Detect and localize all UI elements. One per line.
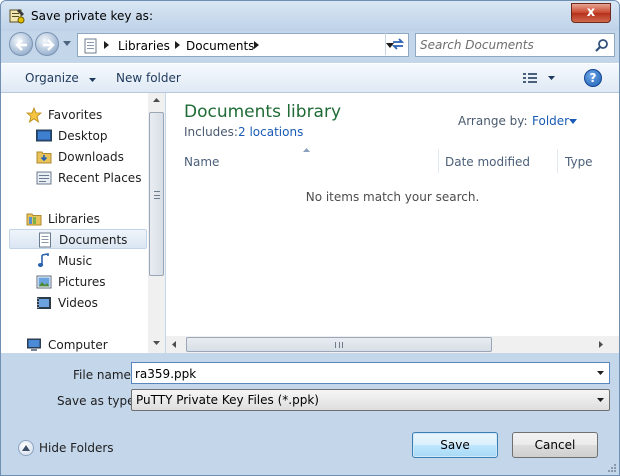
nav-item-favorites[interactable]: Favorites	[1, 105, 147, 125]
libraries-icon	[26, 213, 42, 226]
file-name-combobox	[131, 362, 610, 384]
hide-folders-label: Hide Folders	[39, 441, 114, 455]
address-bar[interactable]: Libraries Documents	[77, 33, 409, 57]
breadcrumb-chevron-icon[interactable]	[104, 41, 109, 49]
back-arrow-icon	[15, 39, 27, 51]
save-as-type-dropdown-icon	[597, 398, 604, 402]
library-folder-icon	[84, 38, 97, 54]
search-box	[415, 33, 615, 57]
empty-folder-message: No items match your search.	[305, 190, 480, 204]
desktop-icon	[36, 129, 52, 142]
file-list-scroll-thumb[interactable]	[186, 337, 492, 352]
nav-item-desktop[interactable]: Desktop	[1, 126, 147, 146]
save-as-type-value: PuTTY Private Key Files (*.ppk)	[136, 393, 319, 407]
save-dialog: Save private key as: x Libraries Documen…	[0, 0, 620, 476]
nav-item-label: Desktop	[58, 129, 108, 143]
nav-item-pictures[interactable]: Pictures	[1, 272, 147, 292]
nav-item-documents[interactable]: Documents	[9, 229, 147, 249]
column-header-type[interactable]: Type	[565, 155, 593, 169]
library-title: Documents library	[184, 102, 342, 122]
putty-keygen-icon	[9, 9, 25, 24]
nav-item-computer[interactable]: Computer	[1, 335, 147, 355]
resize-grip-icon[interactable]	[607, 463, 617, 473]
file-name-label: File name:	[73, 368, 135, 382]
nav-item-label: Downloads	[58, 150, 124, 164]
collapse-icon	[18, 440, 34, 456]
nav-item-label: Libraries	[48, 212, 100, 226]
sort-ascending-icon	[303, 148, 310, 152]
nav-item-label: Documents	[59, 233, 128, 247]
save-as-type-select[interactable]: PuTTY Private Key Files (*.ppk)	[131, 389, 610, 411]
window-title: Save private key as:	[31, 9, 153, 23]
breadcrumb-chevron-icon[interactable]	[175, 41, 180, 49]
nav-item-label: Videos	[58, 296, 98, 310]
arrange-by-label: Arrange by:	[458, 114, 528, 128]
nav-item-label: Recent Places	[58, 171, 142, 185]
help-icon: ?	[589, 71, 597, 85]
arrange-by-chevron-down-icon[interactable]	[569, 119, 577, 124]
cancel-button[interactable]: Cancel	[512, 432, 598, 458]
nav-item-downloads[interactable]: Downloads	[1, 147, 147, 167]
column-header-date-modified[interactable]: Date modified	[445, 155, 530, 169]
close-icon: x	[586, 5, 596, 20]
save-as-type-label: Save as type:	[57, 394, 139, 408]
locations-link[interactable]: 2 locations	[238, 125, 303, 139]
nav-scroll-thumb[interactable]	[149, 112, 164, 276]
help-button[interactable]: ?	[584, 69, 602, 87]
nav-item-label: Computer	[48, 338, 108, 352]
file-name-dropdown-icon[interactable]	[597, 371, 604, 375]
nav-item-label: Music	[58, 254, 93, 268]
scroll-right-arrow-icon[interactable]	[599, 341, 603, 348]
nav-item-label: Favorites	[48, 108, 103, 122]
file-list-pane: Documents library Includes: 2 locations …	[166, 93, 619, 353]
column-header-name[interactable]: Name	[184, 155, 219, 169]
organize-button[interactable]: Organize	[25, 71, 96, 85]
scroll-up-arrow-icon[interactable]	[153, 98, 160, 102]
videos-icon	[37, 297, 51, 309]
save-button[interactable]: Save	[412, 432, 498, 458]
downloads-folder-icon	[36, 151, 52, 164]
close-button[interactable]: x	[571, 3, 611, 23]
nav-item-label: Pictures	[58, 275, 106, 289]
nav-item-libraries[interactable]: Libraries	[1, 209, 147, 229]
change-view-icon[interactable]	[523, 72, 539, 84]
refresh-icon	[391, 38, 405, 50]
forward-arrow-icon	[43, 39, 55, 51]
file-name-input[interactable]	[135, 366, 585, 382]
includes-label: Includes:	[184, 125, 238, 139]
scroll-left-arrow-icon[interactable]	[172, 341, 176, 348]
nav-vertical-scrollbar[interactable]	[148, 93, 165, 353]
address-row: Libraries Documents	[1, 31, 619, 59]
forward-button[interactable]	[35, 32, 59, 56]
breadcrumb-documents[interactable]: Documents	[186, 39, 254, 53]
scroll-down-arrow-icon[interactable]	[153, 341, 160, 345]
new-folder-button[interactable]: New folder	[116, 71, 181, 85]
chevron-down-icon	[88, 78, 96, 82]
navigation-pane: Favorites Desktop Downloads Recent Place…	[1, 93, 165, 353]
breadcrumb-libraries[interactable]: Libraries	[118, 39, 170, 53]
nav-item-recent-places[interactable]: Recent Places	[1, 168, 147, 188]
column-headers: Name Date modified Type	[166, 148, 619, 173]
star-icon	[26, 107, 42, 123]
documents-icon	[39, 232, 51, 248]
nav-item-videos[interactable]: Videos	[1, 293, 147, 313]
file-list-horizontal-scrollbar[interactable]	[166, 336, 619, 353]
breadcrumb-chevron-icon[interactable]	[254, 41, 259, 49]
pictures-icon	[36, 275, 52, 289]
recent-places-icon	[36, 171, 52, 185]
back-button[interactable]	[9, 32, 33, 56]
search-icon[interactable]	[595, 38, 609, 52]
search-input[interactable]	[420, 37, 590, 53]
nav-item-music[interactable]: Music	[1, 251, 147, 271]
refresh-button[interactable]	[385, 33, 409, 55]
command-bar: Organize New folder ?	[1, 63, 619, 93]
computer-icon	[27, 338, 41, 351]
organize-label: Organize	[25, 71, 79, 85]
arrange-by-dropdown[interactable]: Folder	[532, 114, 569, 128]
recent-pages-dropdown-icon[interactable]	[63, 41, 71, 46]
view-options-dropdown-icon[interactable]	[548, 76, 555, 80]
music-icon	[37, 253, 49, 267]
title-bar[interactable]: Save private key as: x	[1, 1, 619, 31]
